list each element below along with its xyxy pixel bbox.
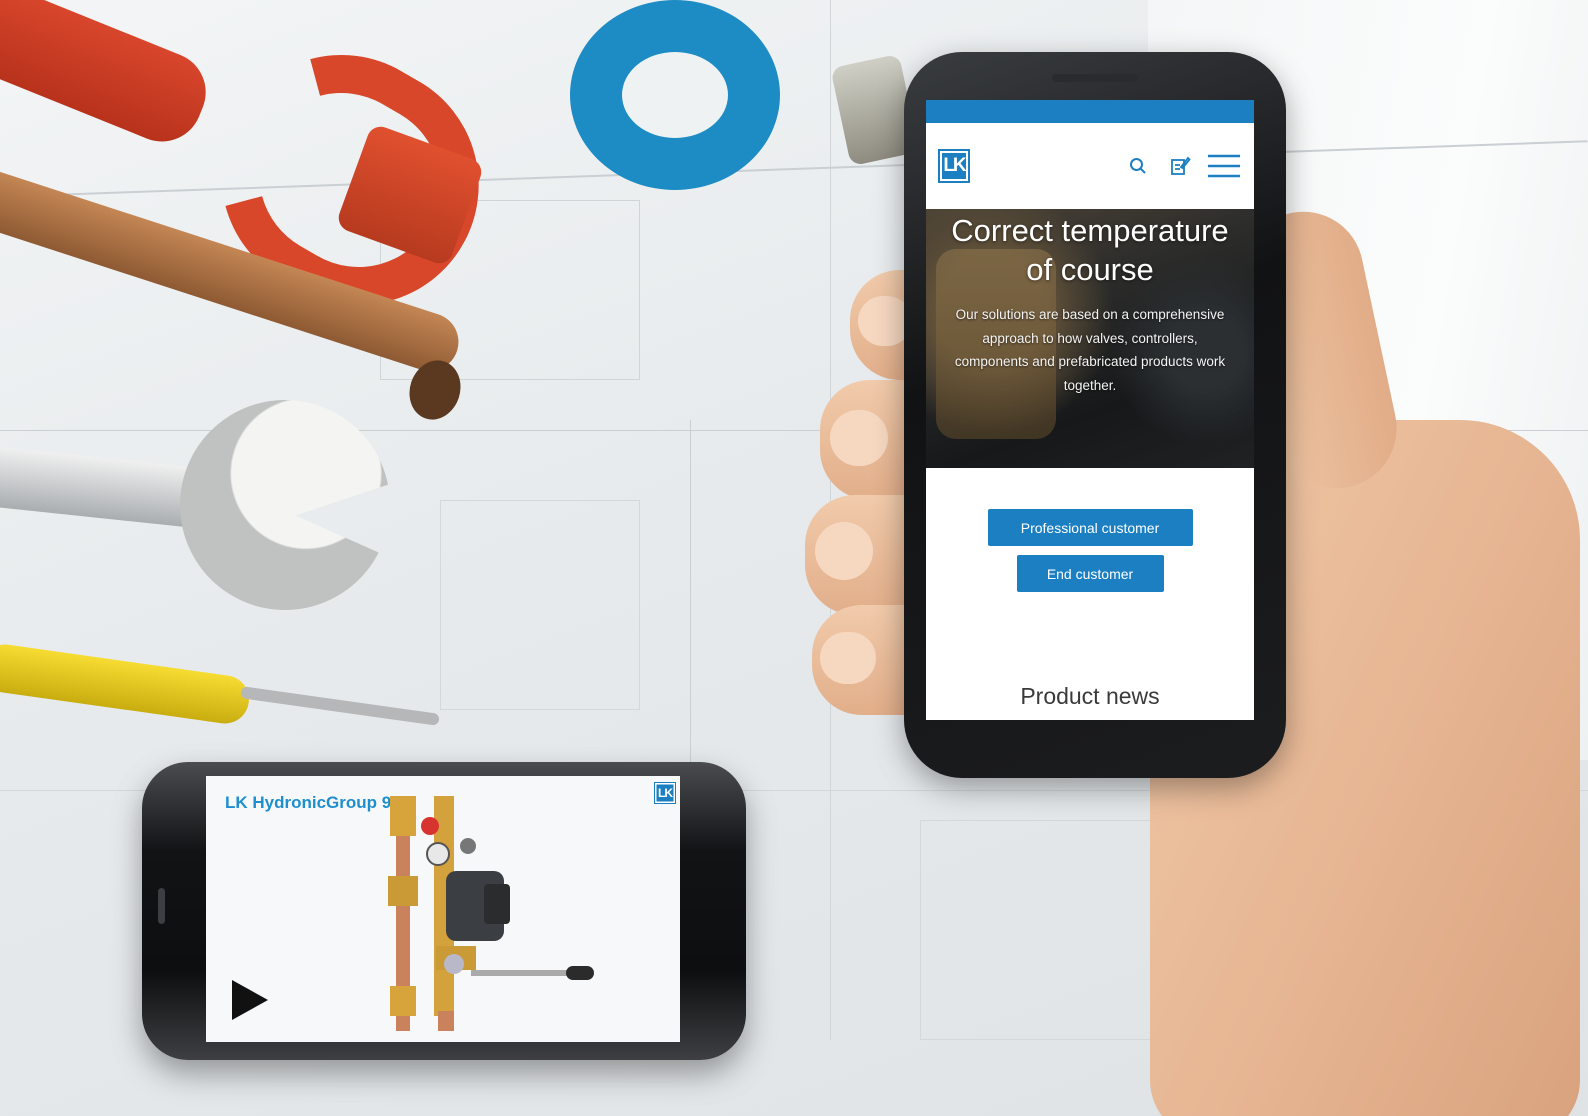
phone-screen: LK Correct temperature of course Our sol…	[926, 100, 1254, 720]
lk-logo[interactable]: LK	[938, 149, 970, 183]
red-valve-handle	[421, 817, 439, 835]
video-player[interactable]: LK HydronicGroup 90 LK	[206, 776, 680, 1042]
hero-title: Correct temperature of course	[951, 213, 1229, 287]
sensor-plug	[566, 966, 594, 980]
brass-fitting	[390, 986, 416, 1016]
fingernail	[820, 632, 876, 684]
site-header: LK	[926, 123, 1254, 209]
ptfe-tape-roll	[570, 0, 780, 190]
end-customer-button[interactable]: End customer	[1016, 555, 1164, 592]
play-icon[interactable]	[230, 978, 270, 1022]
edit-icon[interactable]	[1162, 148, 1198, 184]
screwdriver-handle	[0, 641, 253, 727]
phone-earpiece	[1052, 74, 1138, 82]
hero-description: Our solutions are based on a comprehensi…	[954, 307, 1226, 393]
valve-knob	[444, 954, 464, 974]
blueprint-frame	[440, 500, 640, 710]
copper-pipe-part	[438, 1011, 454, 1031]
fingernail	[830, 410, 888, 466]
menu-icon[interactable]	[1204, 148, 1244, 184]
fingernail	[815, 522, 873, 580]
hydronic-group-product-image	[388, 796, 594, 1031]
thermometer-dial	[426, 842, 450, 866]
screwdriver-shaft	[240, 686, 440, 726]
brass-fitting	[388, 876, 418, 906]
pipe-cutter-handle	[0, 0, 218, 154]
status-bar	[926, 100, 1254, 123]
video-title: LK HydronicGroup 90	[225, 793, 401, 812]
hero-banner: Correct temperature of course Our soluti…	[926, 209, 1254, 468]
search-icon[interactable]	[1120, 148, 1156, 184]
phone-speaker-slot	[158, 888, 165, 924]
brass-fitting	[390, 796, 416, 836]
pump-head	[484, 884, 510, 924]
professional-customer-button[interactable]: Professional customer	[987, 509, 1193, 546]
customer-type-selector: Professional customer End customer	[926, 468, 1254, 592]
product-news-heading: Product news	[1020, 683, 1160, 709]
lk-logo: LK	[654, 782, 676, 804]
gauge	[460, 838, 476, 854]
wrench-head	[180, 400, 390, 610]
